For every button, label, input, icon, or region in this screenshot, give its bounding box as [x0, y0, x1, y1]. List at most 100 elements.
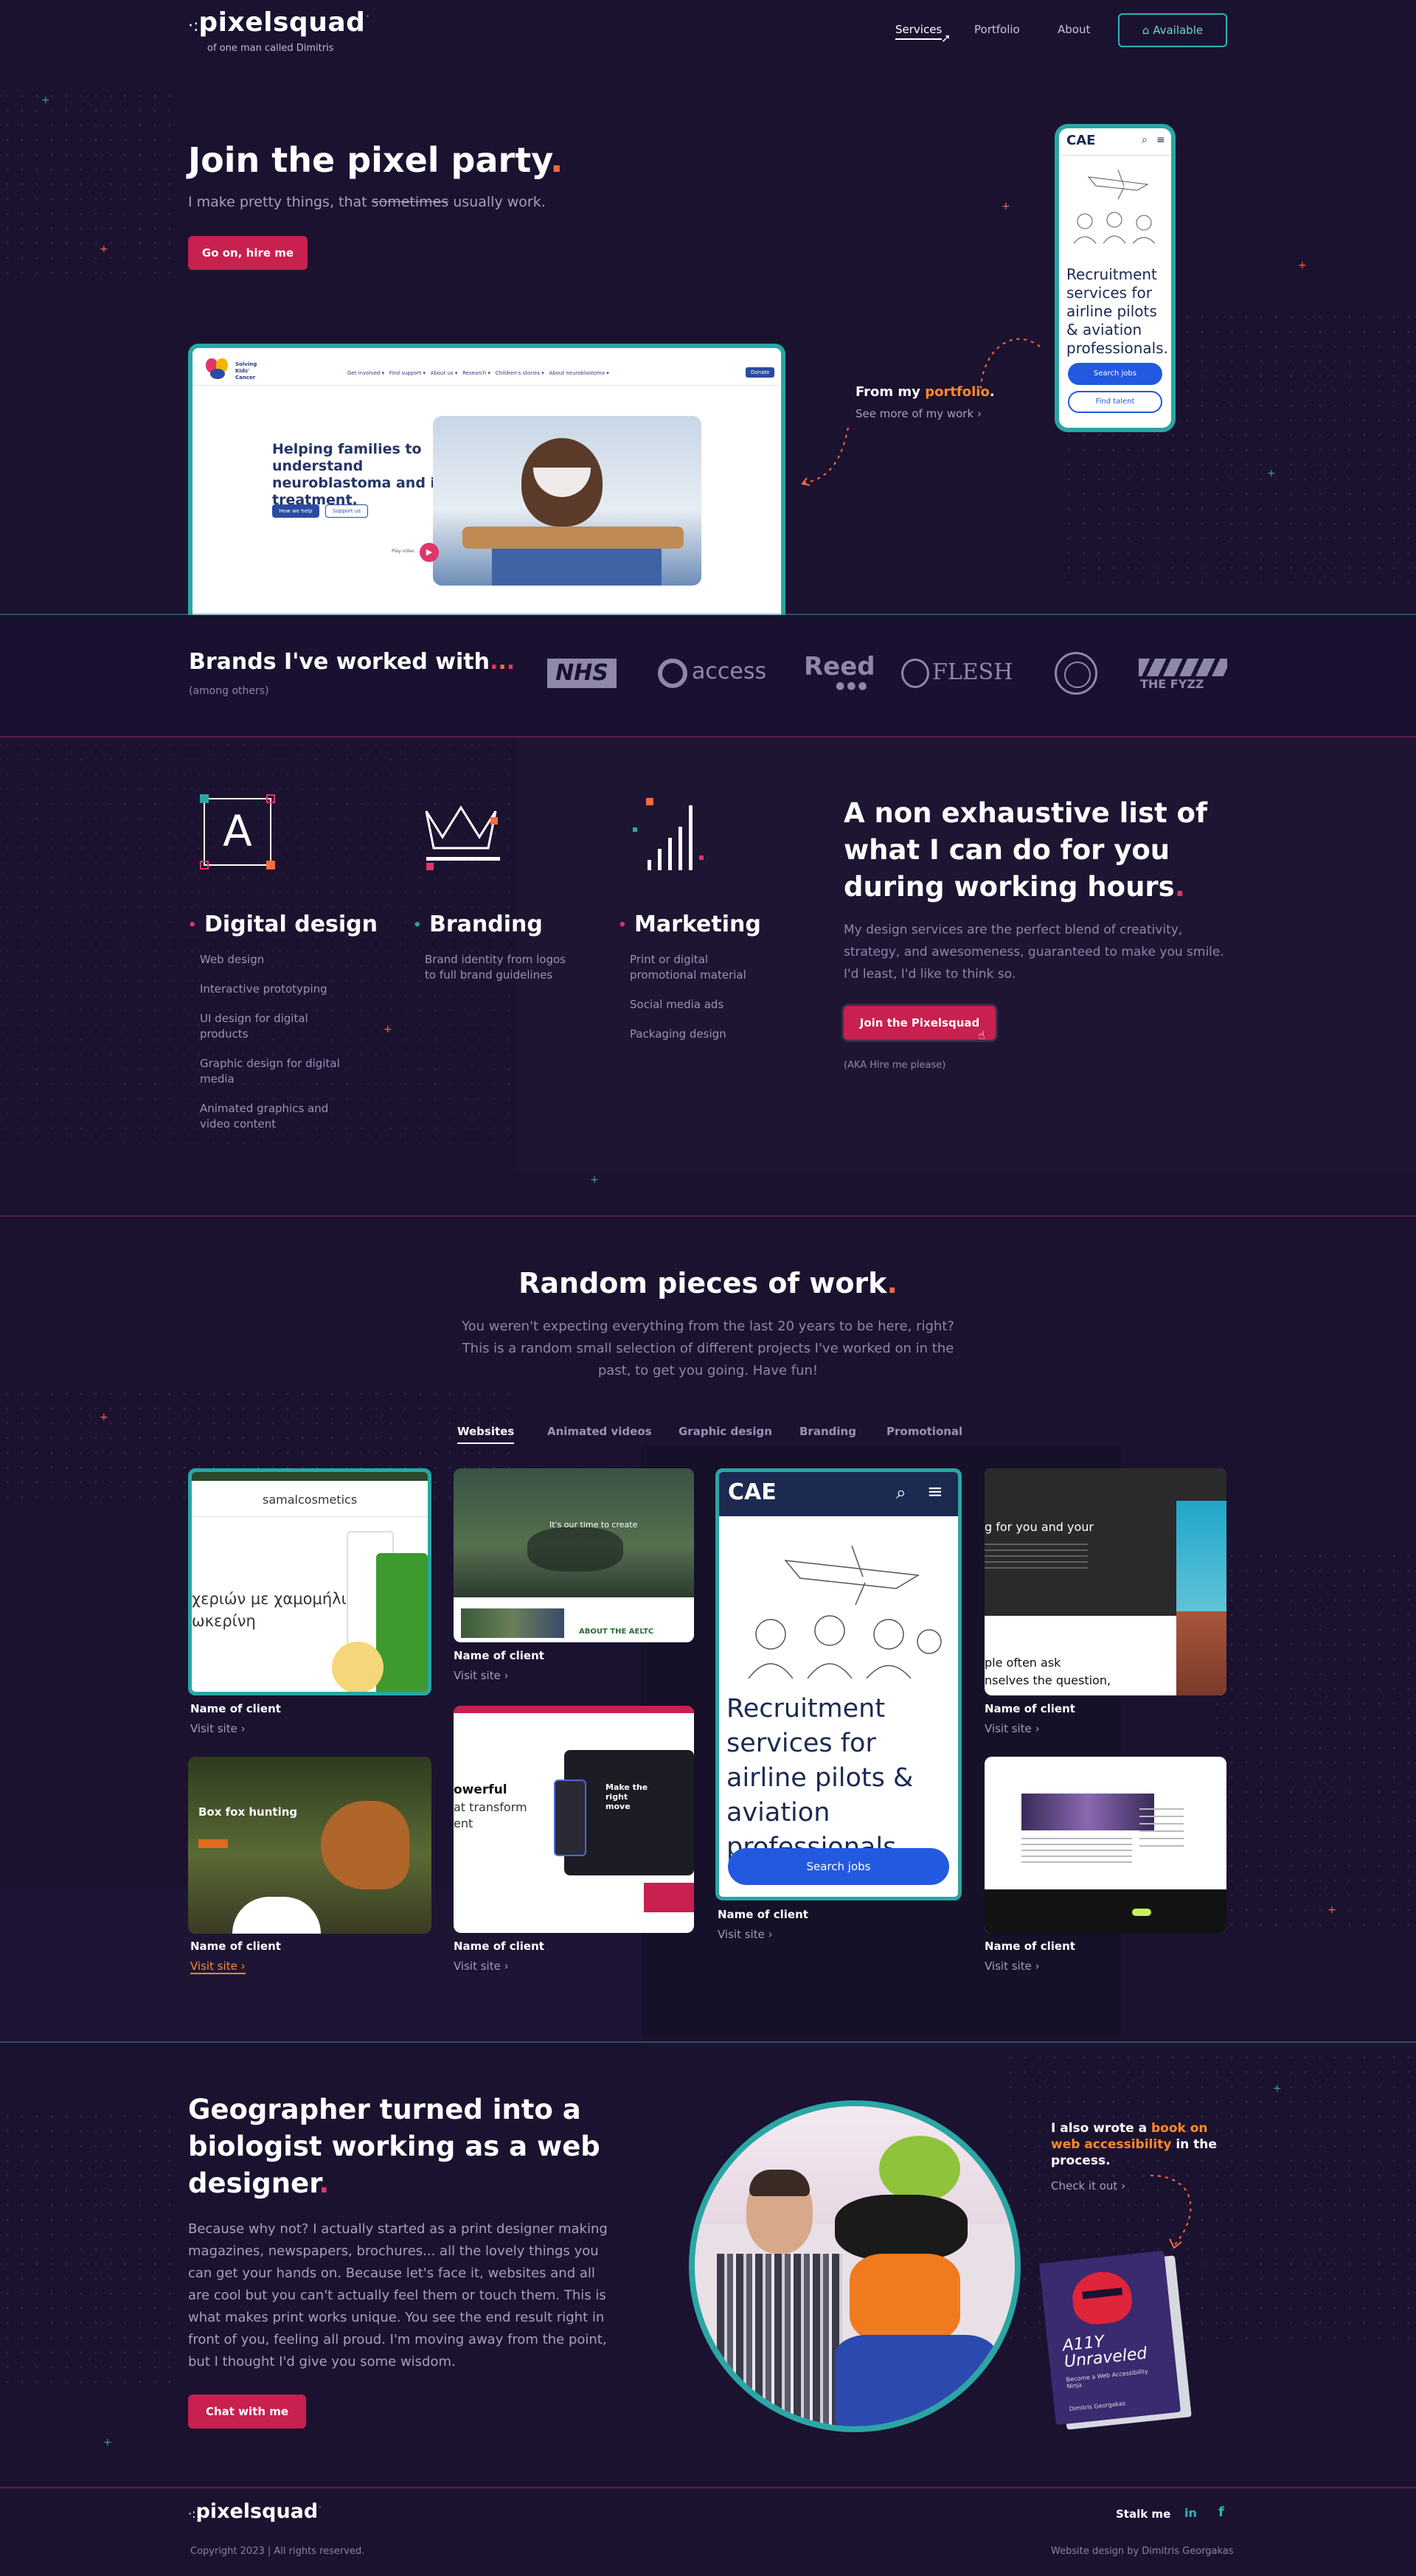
butterfly-logo-icon	[206, 358, 231, 381]
sparkle-icon: +	[590, 1174, 599, 1186]
brands-title: Brands I've worked with...	[189, 649, 516, 675]
brand-logo-flesh: FLESH	[932, 659, 1013, 685]
sparkle-icon: +	[1298, 260, 1307, 271]
brand-logo-fyzz: THE FYZZ	[1140, 677, 1204, 691]
hero-title: Join the pixel party.	[188, 140, 563, 180]
work-card-powerful[interactable]: owerful at transform ent Make the right …	[454, 1706, 694, 1933]
service-branding: • Branding Brand identity from logos to …	[413, 912, 566, 982]
work-card-cae[interactable]: CAE ⌕ ≡ Recruitment services for airline…	[715, 1468, 962, 1900]
visit-site-link[interactable]: Visit site ›	[454, 1669, 509, 1682]
visit-site-link[interactable]: Visit site ›	[718, 1928, 773, 1941]
brands-note: (among others)	[189, 685, 269, 697]
services-body: My design services are the perfect blend…	[844, 923, 1224, 982]
service-digital-design: • Digital design Web design Interactive …	[188, 912, 378, 1131]
client-name: Name of client	[190, 1940, 281, 1953]
sparkle-icon: +	[384, 1024, 392, 1035]
client-name: Name of client	[454, 1649, 544, 1662]
work-intro: You weren't expecting everything from th…	[462, 1319, 954, 1378]
sparkle-icon: +	[1328, 1904, 1336, 1916]
services-note: (AKA Hire me please)	[844, 1060, 946, 1071]
work-card-people[interactable]: g for you and your ple often ask nselves…	[985, 1468, 1226, 1695]
available-button[interactable]: ⌂ Available	[1118, 13, 1227, 47]
work-card-samal[interactable]: samalcosmetics χεριών με χαμομήλι ωκερίν…	[188, 1468, 431, 1695]
client-name: Name of client	[985, 1940, 1075, 1953]
section-divider	[0, 1215, 1416, 1217]
cursor-icon: ➚	[941, 31, 951, 45]
play-icon: ▶	[420, 543, 439, 562]
nav-portfolio[interactable]: Portfolio	[974, 23, 1020, 36]
work-card-aeltc[interactable]: It's our time to create ABOUT THE AELTC	[454, 1468, 694, 1642]
bell-icon: ⌂	[1142, 24, 1150, 37]
work-title: Random pieces of work.	[518, 1267, 898, 1299]
tab-websites[interactable]: Websites	[457, 1425, 515, 1444]
logo-mark-icon: ·:	[188, 2507, 196, 2521]
work-card-fox[interactable]: Box fox hunting	[188, 1757, 431, 1934]
section-divider	[0, 2487, 1416, 2488]
hire-me-button[interactable]: Go on, hire me	[188, 236, 308, 270]
seal-logo-icon	[1055, 652, 1097, 695]
sparkle-icon: +	[100, 243, 108, 255]
mock-nav: Get involved ▾ Find support ▾ About us ▾…	[347, 370, 609, 376]
portfolio-preview-phone[interactable]: CAE ⌕ ≡ Recruitment services for airline…	[1055, 124, 1176, 432]
visit-site-link[interactable]: Visit site ›	[985, 1722, 1040, 1735]
visit-site-link[interactable]: Visit site ›	[190, 1722, 246, 1735]
visit-site-link[interactable]: Visit site ›	[985, 1959, 1040, 1973]
portfolio-preview-laptop[interactable]: Solving Kids' Cancer Get involved ▾ Find…	[188, 344, 785, 622]
sparkle-icon: +	[1267, 468, 1276, 479]
copyright: Copyright 2023 | All rights reserved.	[190, 2546, 365, 2557]
sparkle-icon: +	[1002, 201, 1010, 212]
book-cover: A11Y Unraveled Become a Web Accessibilit…	[1038, 2250, 1181, 2426]
tab-promotional[interactable]: Promotional	[886, 1425, 962, 1438]
reed-dots-icon: ●●●	[836, 680, 870, 692]
nav-about[interactable]: About	[1058, 23, 1090, 36]
check-it-out-link[interactable]: Check it out ›	[1051, 2179, 1125, 2193]
footer-logo[interactable]: ·:pixelsquad·	[188, 2500, 322, 2523]
book-promo: I also wrote a book on web accessibility…	[1051, 2121, 1217, 2168]
visit-site-link[interactable]: Visit site ›	[190, 1959, 246, 1974]
sparkle-icon: +	[41, 94, 50, 106]
client-name: Name of client	[718, 1908, 808, 1921]
client-name: Name of client	[454, 1940, 544, 1953]
sparkle-icon: +	[100, 1412, 108, 1423]
mock-photo-child	[433, 416, 701, 586]
section-divider	[0, 2041, 1416, 2043]
fyzz-logo-icon	[1139, 659, 1227, 676]
cursor-icon: ☝	[978, 1028, 985, 1042]
linkedin-icon[interactable]: in	[1184, 2506, 1197, 2520]
menu-icon: ≡	[1156, 134, 1165, 146]
search-icon: ⌕	[1142, 134, 1148, 146]
chat-with-me-button[interactable]: Chat with me	[188, 2395, 306, 2429]
sparkle-icon: +	[103, 2437, 112, 2448]
cae-illustration	[748, 1545, 942, 1678]
join-pixelsquad-button[interactable]: Join the Pixelsquad	[844, 1006, 996, 1040]
access-logo-icon	[658, 659, 687, 688]
see-more-work-link[interactable]: See more of my work ›	[856, 407, 982, 420]
visit-site-link[interactable]: Visit site ›	[454, 1959, 509, 1973]
logo-mark-icon: ·:	[188, 17, 199, 35]
dot-pattern	[1210, 1549, 1416, 1932]
cae-illustration	[1073, 169, 1156, 243]
brand-logo-nhs: NHS	[547, 659, 617, 688]
tab-animated-videos[interactable]: Animated videos	[547, 1425, 652, 1438]
crown-icon	[425, 805, 500, 870]
site-logo[interactable]: ·:pixelsquad·	[188, 7, 370, 38]
bar-chart-icon	[633, 798, 704, 870]
work-card-purple[interactable]	[985, 1757, 1226, 1934]
curly-arrow-icon	[1150, 2175, 1192, 2249]
brand-logo-reed: Reed	[804, 652, 875, 681]
design-credit: Website design by Dimitris Georgakas	[1051, 2546, 1234, 2557]
ninja-icon	[1069, 2268, 1134, 2327]
site-tagline: of one man called Dimitris	[207, 43, 334, 54]
tab-graphic-design[interactable]: Graphic design	[678, 1425, 772, 1438]
nav-services[interactable]: Services	[895, 23, 943, 40]
chevron-right-icon: ›	[976, 407, 982, 420]
sparkle-icon: +	[1273, 2083, 1282, 2094]
about-body: Because why not? I actually started as a…	[188, 2221, 608, 2370]
digital-design-icon: A	[200, 794, 275, 869]
dot-pattern	[0, 2109, 177, 2389]
tab-branding[interactable]: Branding	[799, 1425, 856, 1438]
facebook-icon[interactable]: f	[1218, 2504, 1224, 2520]
logo-dot-icon: ·	[318, 2500, 322, 2514]
stalk-me-label: Stalk me	[1116, 2507, 1171, 2521]
service-marketing: • Marketing Print or digital promotional…	[618, 912, 761, 1041]
